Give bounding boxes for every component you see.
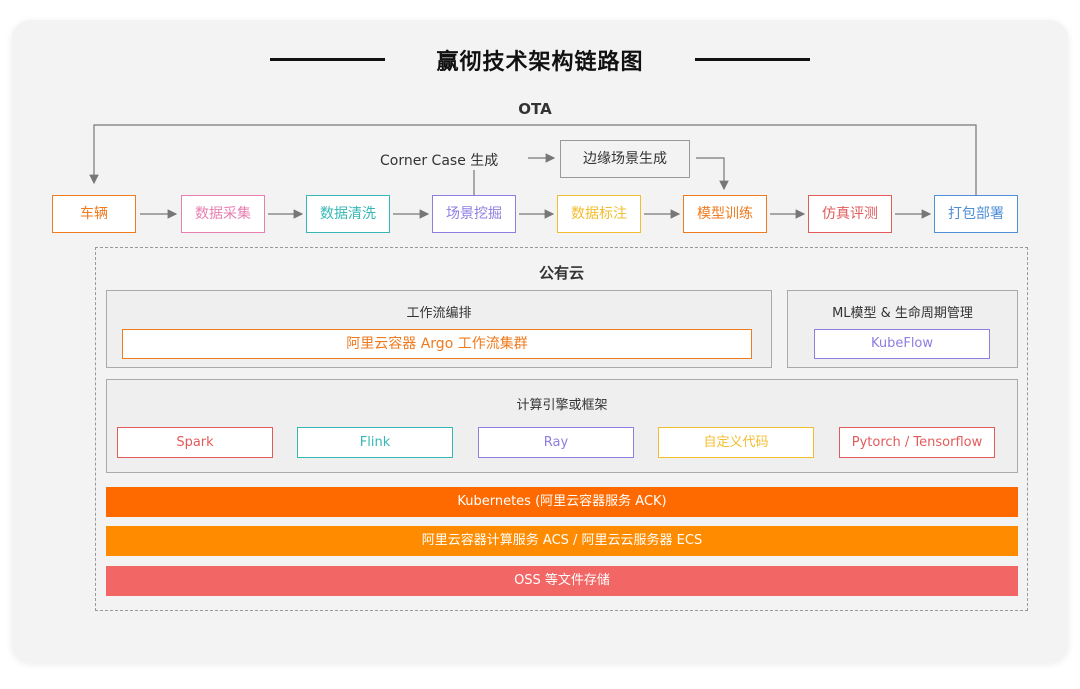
argo-cluster-box: 阿里云容器 Argo 工作流集群 [122,329,752,359]
ota-loop-arrow [89,124,977,195]
edge-to-training-arrow [696,157,729,191]
engine-spark: Spark [117,427,273,458]
ml-title: ML模型 & 生命周期管理 [832,306,973,321]
engine-flink: Flink [297,427,453,458]
workflow-title: 工作流编排 [406,306,472,321]
public-cloud-label: 公有云 [538,264,584,282]
bar-kubernetes: Kubernetes (阿里云容器服务 ACK) [106,487,1018,517]
engine-pytorch-tensorflow: Pytorch / Tensorflow [839,427,995,458]
compute-title: 计算引擎或框架 [516,398,608,413]
bar-oss-storage: OSS 等文件存储 [106,566,1018,596]
engine-custom-code: 自定义代码 [658,427,814,458]
bar-acs-ecs: 阿里云容器计算服务 ACS / 阿里云云服务器 ECS [106,526,1018,556]
kubeflow-box: KubeFlow [814,329,990,359]
engine-ray: Ray [478,427,634,458]
